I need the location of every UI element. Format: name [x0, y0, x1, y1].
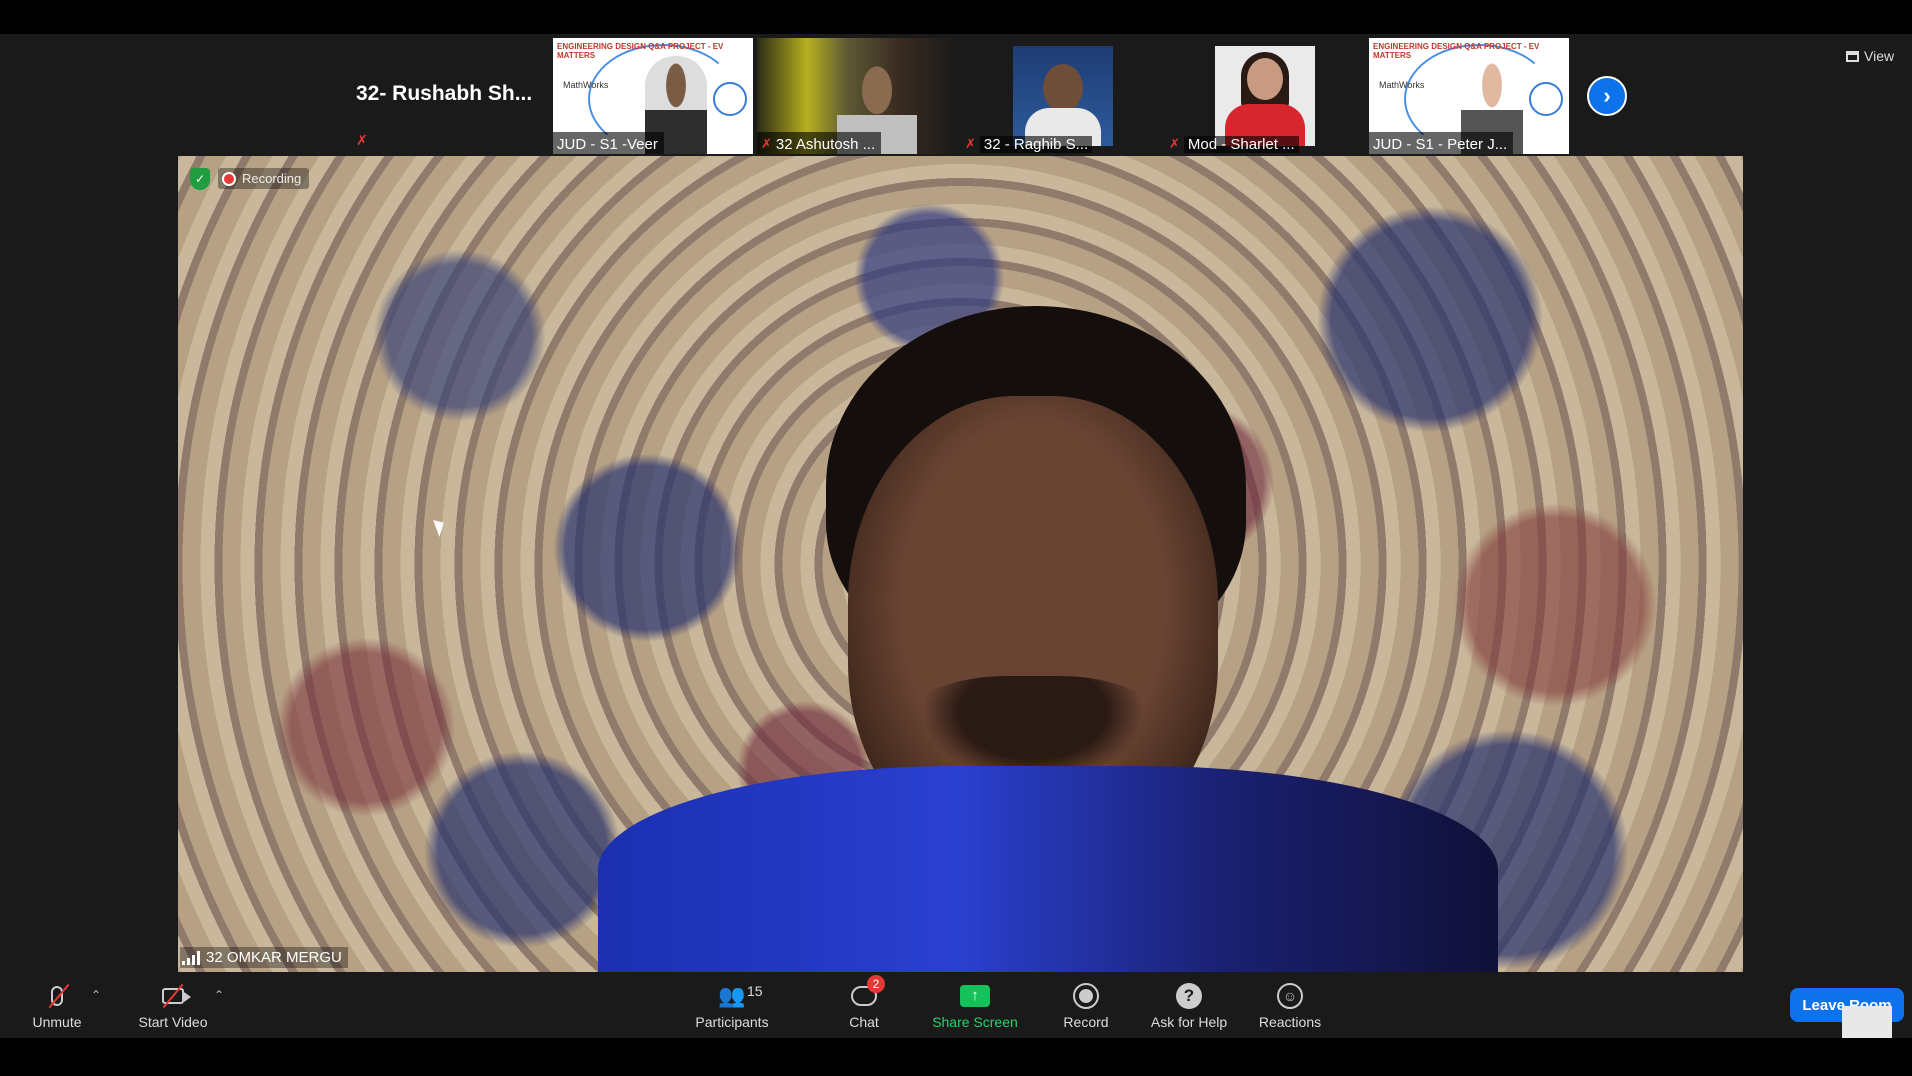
ask-for-help-button[interactable]: ? Ask for Help [1144, 974, 1234, 1038]
mathworks-logo: MathWorks [1379, 80, 1425, 90]
record-dot-icon [222, 171, 236, 186]
main-speaker-video: ✓ Recording 32 OMKAR MERGU [178, 156, 1743, 972]
chevron-right-icon: › [1603, 83, 1611, 108]
filmstrip-next-button[interactable]: › [1587, 76, 1627, 116]
tile-label: ✗ 32 Ashutosh ... [757, 132, 882, 154]
reactions-label: Reactions [1258, 1013, 1322, 1030]
share-screen-icon: ↑ [960, 983, 990, 1009]
audio-options-caret-icon[interactable]: ⌃ [91, 988, 101, 1002]
tile-label: ✗ 32 - Raghib S... [961, 132, 1098, 154]
mic-muted-icon: ✗ [761, 136, 772, 151]
poster-title: ENGINEERING DESIGN Q&A PROJECT - EV MATT… [1373, 42, 1540, 60]
video-off-icon [158, 983, 191, 1009]
share-screen-button[interactable]: ↑ Share Screen [926, 974, 1024, 1038]
participant-face [1043, 64, 1083, 112]
mathworks-logo: MathWorks [563, 80, 609, 90]
encryption-shield-icon[interactable]: ✓ [190, 168, 210, 190]
mic-off-icon [42, 983, 72, 1009]
chat-label: Chat [849, 1013, 879, 1030]
tile-name: JUD - S1 - Peter J... [1373, 135, 1508, 153]
window-top-bar [0, 0, 1912, 34]
active-speaker-tile[interactable]: 32- Rushabh Sh... ✗ [350, 38, 548, 154]
record-button[interactable]: Record [1058, 974, 1114, 1038]
chat-button[interactable]: 2 Chat [838, 974, 890, 1038]
start-video-label: Start Video [138, 1013, 208, 1030]
tile-name: Mod - Sharlet ... [1183, 135, 1299, 153]
grid-view-icon [1846, 50, 1859, 62]
video-tile[interactable]: ✗ 32 Ashutosh ... [757, 38, 957, 154]
reactions-icon: ☺ [1275, 982, 1305, 1009]
meeting-toolbar: Unmute ⌃ Start Video ⌃ 👥 15 Participants… [0, 974, 1912, 1038]
tile-name: JUD - S1 -Veer [557, 135, 658, 153]
video-options-caret-icon[interactable]: ⌃ [214, 988, 224, 1002]
view-label: View [1864, 48, 1895, 64]
start-video-button[interactable]: Start Video [130, 974, 216, 1038]
recording-indicator[interactable]: Recording [218, 168, 310, 189]
mic-muted-icon: ✗ [965, 136, 976, 151]
participant-video [1013, 46, 1113, 146]
reactions-button[interactable]: ☺ Reactions [1254, 974, 1326, 1038]
record-icon [1071, 982, 1101, 1009]
unmute-label: Unmute [32, 1013, 82, 1030]
participants-button[interactable]: 👥 15 Participants [688, 974, 776, 1038]
tile-name: 32 Ashutosh ... [775, 135, 876, 153]
chat-icon: 2 [849, 974, 885, 1009]
participant-video [1215, 46, 1315, 146]
tile-name: 32 - Raghib S... [979, 135, 1093, 153]
speaker-name: 32 OMKAR MERGU [206, 949, 342, 966]
participants-label: Participants [695, 1013, 769, 1030]
tile-label: JUD - S1 -Veer [553, 132, 664, 154]
tile-label: ✗ Mod - Sharlet ... [1165, 132, 1305, 154]
globe-icon [713, 82, 747, 116]
unmute-button[interactable]: Unmute [24, 974, 90, 1038]
ask-for-help-label: Ask for Help [1150, 1013, 1228, 1030]
video-tile[interactable]: ✗ 32 - Raghib S... [961, 38, 1161, 154]
window-bottom-bar [0, 1038, 1912, 1076]
participants-count: 15 [747, 982, 763, 999]
mic-muted-icon: ✗ [356, 132, 368, 148]
video-tile[interactable]: ✗ Mod - Sharlet ... [1165, 38, 1365, 154]
recording-label: Recording [242, 171, 302, 186]
poster-title: ENGINEERING DESIGN Q&A PROJECT - EV MATT… [557, 42, 724, 60]
share-screen-label: Share Screen [932, 1013, 1018, 1030]
participants-icon: 👥 15 [718, 982, 763, 1008]
view-button[interactable]: View [1846, 48, 1894, 64]
active-speaker-name: 32- Rushabh Sh... [356, 82, 533, 105]
video-tile[interactable]: ENGINEERING DESIGN Q&A PROJECT - EV MATT… [553, 38, 753, 154]
tile-label: JUD - S1 - Peter J... [1369, 132, 1514, 154]
help-icon: ? [1174, 982, 1204, 1009]
mic-muted-icon: ✗ [1169, 136, 1180, 151]
speaker-shirt [598, 766, 1498, 972]
speaker-name-tag: 32 OMKAR MERGU [180, 947, 348, 968]
signal-strength-icon [182, 950, 200, 965]
record-label: Record [1063, 1013, 1109, 1030]
chat-badge: 2 [867, 974, 885, 993]
globe-icon [1529, 82, 1563, 116]
mouse-cursor-icon [433, 517, 448, 537]
video-tile[interactable]: ENGINEERING DESIGN Q&A PROJECT - EV MATT… [1369, 38, 1569, 154]
participant-face [1247, 58, 1283, 100]
